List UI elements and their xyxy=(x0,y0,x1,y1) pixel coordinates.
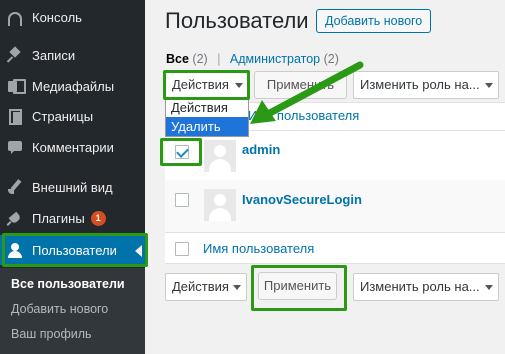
user-avatar xyxy=(204,140,236,172)
sidebar-item-pages[interactable]: Страницы xyxy=(0,101,145,131)
row-checkbox[interactable] xyxy=(175,193,189,207)
sidebar-item-appearance[interactable]: Внешний вид xyxy=(0,172,145,202)
filter-administrator-count: (2) xyxy=(323,52,339,66)
row-checkbox[interactable] xyxy=(175,145,189,159)
sidebar-item-label: Пользователи xyxy=(32,242,117,258)
bulk-action-dropdown-list: Действия Удалить xyxy=(165,97,249,137)
sidebar-item-label: Внешний вид xyxy=(32,179,113,195)
change-role-value: Изменить роль на... xyxy=(360,279,480,294)
filter-all-count: (2) xyxy=(192,52,208,66)
sidebar-item-label: Комментарии xyxy=(32,139,114,155)
pin-icon xyxy=(8,48,22,62)
sidebar-item-label: Страницы xyxy=(32,108,94,124)
submenu-all-users[interactable]: Все пользователи xyxy=(11,277,125,291)
filter-administrator[interactable]: Администратор xyxy=(230,52,320,66)
change-role-value: Изменить роль на... xyxy=(360,77,480,92)
admin-sidebar: Консоль Записи Медиафайлы Страницы Комме… xyxy=(0,0,145,354)
sidebar-item-label: Медиафайлы xyxy=(32,78,115,94)
sidebar-item-media[interactable]: Медиафайлы xyxy=(0,71,145,101)
bulk-action-value: Действия xyxy=(172,77,229,92)
dropdown-option-actions[interactable]: Действия xyxy=(166,98,248,117)
footer-divider xyxy=(165,232,505,233)
username-link[interactable]: admin xyxy=(242,142,280,157)
column-header-username[interactable]: Имя пользователя xyxy=(248,108,359,123)
filter-separator: | xyxy=(217,52,221,66)
bulk-action-value: Действия xyxy=(172,279,229,294)
current-menu-arrow xyxy=(135,245,142,257)
sidebar-item-plugins[interactable]: Плагины 1 xyxy=(0,203,145,233)
submenu-your-profile[interactable]: Ваш профиль xyxy=(11,327,92,341)
update-count-badge: 1 xyxy=(90,210,106,226)
sidebar-item-label: Плагины xyxy=(32,210,85,226)
user-role-filters: Все (2) | Администратор (2) xyxy=(166,52,339,66)
sidebar-item-users[interactable]: Пользователи xyxy=(0,235,145,265)
user-icon xyxy=(8,243,22,258)
dashboard-icon xyxy=(8,12,22,26)
bulk-action-select-bottom[interactable]: Действия xyxy=(165,273,247,301)
submenu-add-new[interactable]: Добавить нового xyxy=(11,302,108,316)
sidebar-item-label: Записи xyxy=(32,47,76,63)
chevron-down-icon xyxy=(233,285,241,290)
media-icon xyxy=(8,79,26,94)
dropdown-option-delete[interactable]: Удалить xyxy=(166,117,248,136)
chevron-down-icon xyxy=(485,83,493,88)
apply-button-top[interactable]: Применить xyxy=(254,71,347,99)
brush-icon xyxy=(8,180,22,194)
filter-all[interactable]: Все xyxy=(166,52,189,66)
plugin-icon xyxy=(8,211,22,225)
chevron-down-icon xyxy=(485,285,493,290)
change-role-select-top[interactable]: Изменить роль на... xyxy=(353,71,499,99)
pages-icon xyxy=(8,109,22,125)
sidebar-item-label: Консоль xyxy=(32,9,82,25)
select-all-checkbox-bottom[interactable] xyxy=(175,242,189,256)
column-footer-username[interactable]: Имя пользователя xyxy=(203,241,314,256)
chevron-down-icon xyxy=(235,83,243,88)
add-new-user-button[interactable]: Добавить нового xyxy=(316,9,432,33)
comment-icon xyxy=(8,140,22,154)
apply-button-bottom[interactable]: Применить xyxy=(258,272,337,300)
page-title: Пользователи xyxy=(165,8,309,33)
sidebar-item-comments[interactable]: Комментарии xyxy=(0,132,145,162)
user-avatar xyxy=(204,189,236,221)
bulk-action-select-top[interactable]: Действия xyxy=(165,71,249,99)
username-link[interactable]: IvanovSecureLogin xyxy=(242,192,362,207)
users-submenu: Все пользователи Добавить нового Ваш про… xyxy=(0,268,145,354)
sidebar-item-posts[interactable]: Записи xyxy=(0,40,145,70)
change-role-select-bottom[interactable]: Изменить роль на... xyxy=(353,273,499,301)
sidebar-item-dashboard[interactable]: Консоль xyxy=(0,2,145,32)
